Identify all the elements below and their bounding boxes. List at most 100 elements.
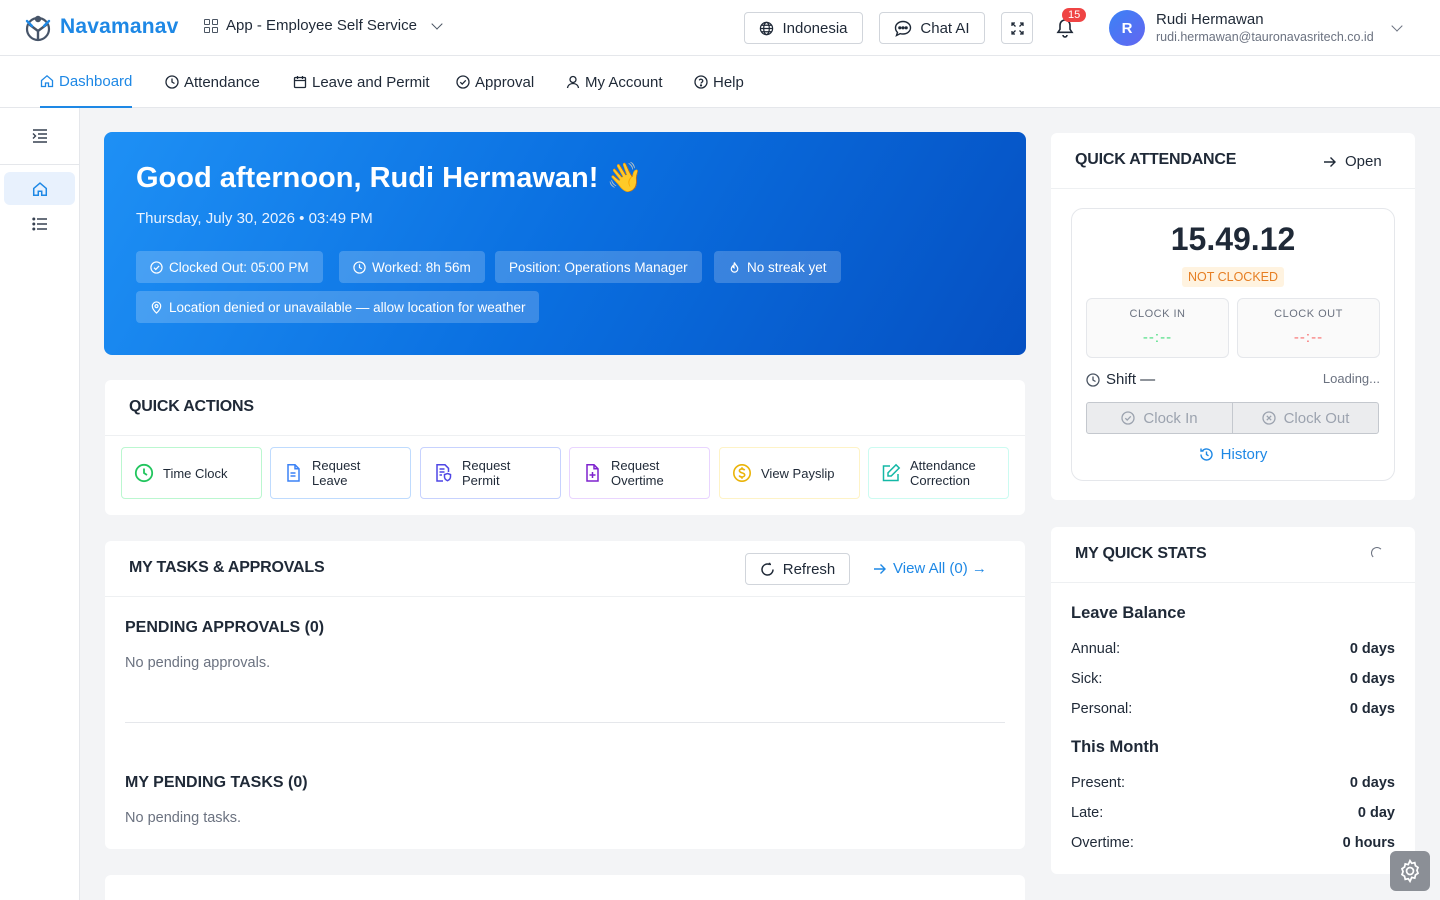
sidebar-item-home[interactable]	[4, 172, 75, 205]
nav-help-label: Help	[713, 73, 744, 91]
nav-dashboard-label: Dashboard	[59, 72, 133, 90]
document-shield-icon	[436, 464, 452, 482]
check-circle-icon	[456, 75, 470, 89]
view-all-label: View All (0) →	[893, 560, 987, 577]
attendance-correction-action[interactable]: Attendance Correction	[868, 447, 1009, 499]
request-overtime-action[interactable]: Request Overtime	[569, 447, 710, 499]
stat-value: 0 days	[1349, 775, 1395, 791]
stat-label: Sick:	[1071, 671, 1103, 687]
quick-stats-card: MY QUICK STATS Leave Balance Annual: 0 d…	[1051, 527, 1415, 874]
pending-approvals-title: PENDING APPROVALS (0)	[125, 619, 325, 636]
tasks-approvals-card: MY TASKS & APPROVALS Refresh View All (0…	[105, 541, 1025, 849]
main-nav: Dashboard Attendance Leave and Permit Ap…	[0, 56, 1440, 108]
language-button[interactable]: Indonesia	[744, 12, 863, 44]
top-bar: Navamanav App - Employee Self Service In…	[0, 0, 1440, 56]
user-menu-chevron-icon[interactable]	[1391, 20, 1403, 32]
edit-icon	[882, 463, 901, 482]
home-icon	[40, 74, 54, 88]
clock-icon	[1086, 372, 1100, 387]
help-icon	[694, 75, 708, 89]
tasks-title: MY TASKS & APPROVALS	[129, 559, 325, 576]
loading-spinner-icon	[1371, 547, 1383, 559]
nav-dashboard[interactable]: Dashboard	[40, 56, 133, 108]
nav-my-account[interactable]: My Account	[566, 56, 663, 108]
location-chip[interactable]: Location denied or unavailable — allow l…	[136, 291, 540, 323]
stat-row-overtime: Overtime: 0 hours	[1071, 835, 1395, 851]
refresh-icon	[761, 562, 774, 576]
quick-stats-header: MY QUICK STATS	[1051, 527, 1415, 583]
pending-approvals-empty: No pending approvals.	[125, 655, 271, 671]
app-switcher[interactable]: App - Employee Self Service	[204, 17, 443, 34]
history-label: History	[1220, 446, 1268, 463]
sidebar-divider	[0, 164, 80, 165]
greeting-datetime: Thursday, July 30, 2026 • 03:49 PM	[136, 210, 373, 227]
settings-button[interactable]	[1390, 851, 1430, 891]
brand-name: Navamanav	[60, 15, 179, 38]
location-text: Location denied or unavailable — allow l…	[169, 299, 526, 315]
greeting-title: Good afternoon, Rudi Hermawan! 👋	[136, 162, 643, 194]
greeting-banner: Good afternoon, Rudi Hermawan! 👋 Thursda…	[104, 132, 1026, 355]
nav-attendance-label: Attendance	[184, 73, 260, 91]
quick-stats-title: MY QUICK STATS	[1075, 545, 1207, 562]
chat-ai-button[interactable]: Chat AI	[879, 12, 985, 44]
quick-actions-card: QUICK ACTIONS Time Clock Request Leave R…	[105, 380, 1025, 515]
user-email: rudi.hermawan@tauronavasritech.co.id	[1156, 30, 1374, 44]
nav-approval-label: Approval	[475, 73, 535, 91]
clock-out-button-label: Clock Out	[1283, 409, 1350, 427]
time-clock-action[interactable]: Time Clock	[121, 447, 262, 499]
check-circle-icon	[1121, 411, 1136, 425]
pending-tasks-title: MY PENDING TASKS (0)	[125, 774, 308, 791]
open-label: Open	[1345, 153, 1382, 170]
quick-attendance-header: QUICK ATTENDANCE Open	[1051, 133, 1415, 189]
this-month-title: This Month	[1071, 738, 1159, 756]
request-leave-label: Request Leave	[312, 458, 361, 488]
leave-balance-title: Leave Balance	[1071, 604, 1186, 622]
view-payslip-action[interactable]: View Payslip	[719, 447, 860, 499]
nav-approval[interactable]: Approval	[456, 56, 534, 108]
clock-in-button[interactable]: Clock In	[1087, 403, 1232, 433]
view-all-link[interactable]: View All (0) →	[873, 560, 987, 577]
app-switcher-label: App - Employee Self Service	[226, 17, 417, 34]
clock-out-value: --:--	[1293, 329, 1324, 346]
clocked-out-chip: Clocked Out: 05:00 PM	[136, 251, 323, 283]
shift-label: Shift —	[1106, 371, 1156, 388]
x-circle-icon	[1261, 411, 1276, 425]
stat-label: Personal:	[1071, 701, 1133, 717]
user-icon	[566, 75, 580, 89]
brand-logo[interactable]: Navamanav	[24, 12, 179, 42]
stat-label: Late:	[1071, 805, 1104, 821]
dollar-coin-icon	[733, 464, 751, 482]
worked-chip: Worked: 8h 56m	[339, 251, 485, 283]
quick-attendance-card: QUICK ATTENDANCE Open 15.49.12 NOT CLOCK…	[1051, 133, 1415, 500]
stat-row-late: Late: 0 day	[1071, 805, 1395, 821]
document-plus-icon	[586, 464, 599, 482]
avatar[interactable]: R	[1109, 10, 1145, 46]
request-permit-action[interactable]: Request Permit	[420, 447, 561, 499]
request-leave-action[interactable]: Request Leave	[270, 447, 411, 499]
flame-icon	[730, 261, 739, 273]
list-icon[interactable]	[32, 216, 48, 232]
stat-label: Annual:	[1071, 641, 1121, 657]
clock-in-label: CLOCK IN	[1129, 308, 1186, 320]
open-attendance-link[interactable]: Open	[1323, 153, 1382, 170]
refresh-button[interactable]: Refresh	[745, 553, 850, 585]
tasks-header: MY TASKS & APPROVALS Refresh View All (0…	[105, 541, 1025, 597]
stat-value: 0 days	[1349, 701, 1395, 717]
quick-actions-title: QUICK ACTIONS	[129, 398, 254, 415]
current-time: 15.49.12	[1170, 221, 1296, 257]
location-pin-icon	[151, 300, 162, 314]
fullscreen-button[interactable]	[1001, 12, 1033, 44]
shift-info: Shift —	[1086, 371, 1155, 388]
indent-menu-icon[interactable]	[32, 128, 48, 144]
logo-icon	[25, 15, 51, 42]
clock-out-button[interactable]: Clock Out	[1232, 403, 1378, 433]
nav-attendance[interactable]: Attendance	[165, 56, 260, 108]
nav-help[interactable]: Help	[694, 56, 744, 108]
nav-leave-and-permit[interactable]: Leave and Permit	[293, 56, 430, 108]
stat-value: 0 days	[1349, 641, 1395, 657]
time-clock-label: Time Clock	[163, 465, 228, 481]
clock-icon	[353, 260, 366, 274]
history-link[interactable]: History	[1072, 446, 1394, 463]
grid-icon	[204, 18, 218, 33]
stat-label: Overtime:	[1071, 835, 1134, 851]
